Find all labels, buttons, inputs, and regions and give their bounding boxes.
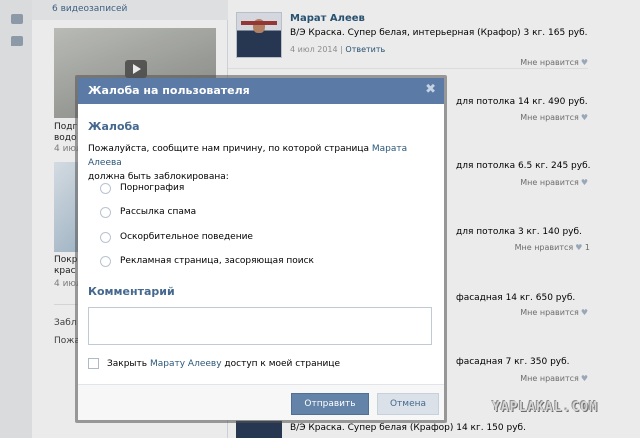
reason-prefix: Пожалуйста, сообщите нам причину, по кот… xyxy=(88,144,369,154)
close-icon[interactable]: ✖ xyxy=(425,82,436,97)
dialog-footer: Отправить Отмена xyxy=(78,384,444,420)
radio-button[interactable] xyxy=(100,207,111,218)
close-access-prefix: Закрыть xyxy=(107,359,148,369)
radio-button[interactable] xyxy=(100,232,111,243)
radio-button[interactable] xyxy=(100,183,111,194)
complaint-heading: Жалоба xyxy=(88,120,140,133)
close-access-label: Закрыть Марату Алееву доступ к моей стра… xyxy=(107,359,340,369)
comment-heading: Комментарий xyxy=(88,285,175,298)
cancel-button[interactable]: Отмена xyxy=(377,393,439,415)
close-access-checkbox[interactable] xyxy=(88,358,99,369)
user-link[interactable]: Марату Алееву xyxy=(150,359,222,369)
dialog-title: Жалоба на пользователя xyxy=(88,84,250,97)
report-dialog: Жалоба на пользователя ✖ Жалоба Пожалуйс… xyxy=(75,75,447,423)
option-label: Рекламная страница, засоряющая поиск xyxy=(120,256,314,266)
dialog-header: Жалоба на пользователя ✖ xyxy=(78,78,444,104)
option-label: Оскорбительное поведение xyxy=(120,232,253,242)
reason-prompt: Пожалуйста, сообщите нам причину, по кот… xyxy=(88,142,434,184)
dialog-body: Жалоба на пользователя ✖ Жалоба Пожалуйс… xyxy=(78,78,444,420)
close-access-suffix: доступ к моей странице xyxy=(224,359,341,369)
reason-suffix: должна быть заблокирована: xyxy=(88,172,229,182)
option-label: Рассылка спама xyxy=(120,207,197,217)
radio-button[interactable] xyxy=(100,256,111,267)
comment-input[interactable] xyxy=(88,307,432,345)
option-label: Порнография xyxy=(120,183,185,193)
send-button[interactable]: Отправить xyxy=(291,393,369,415)
